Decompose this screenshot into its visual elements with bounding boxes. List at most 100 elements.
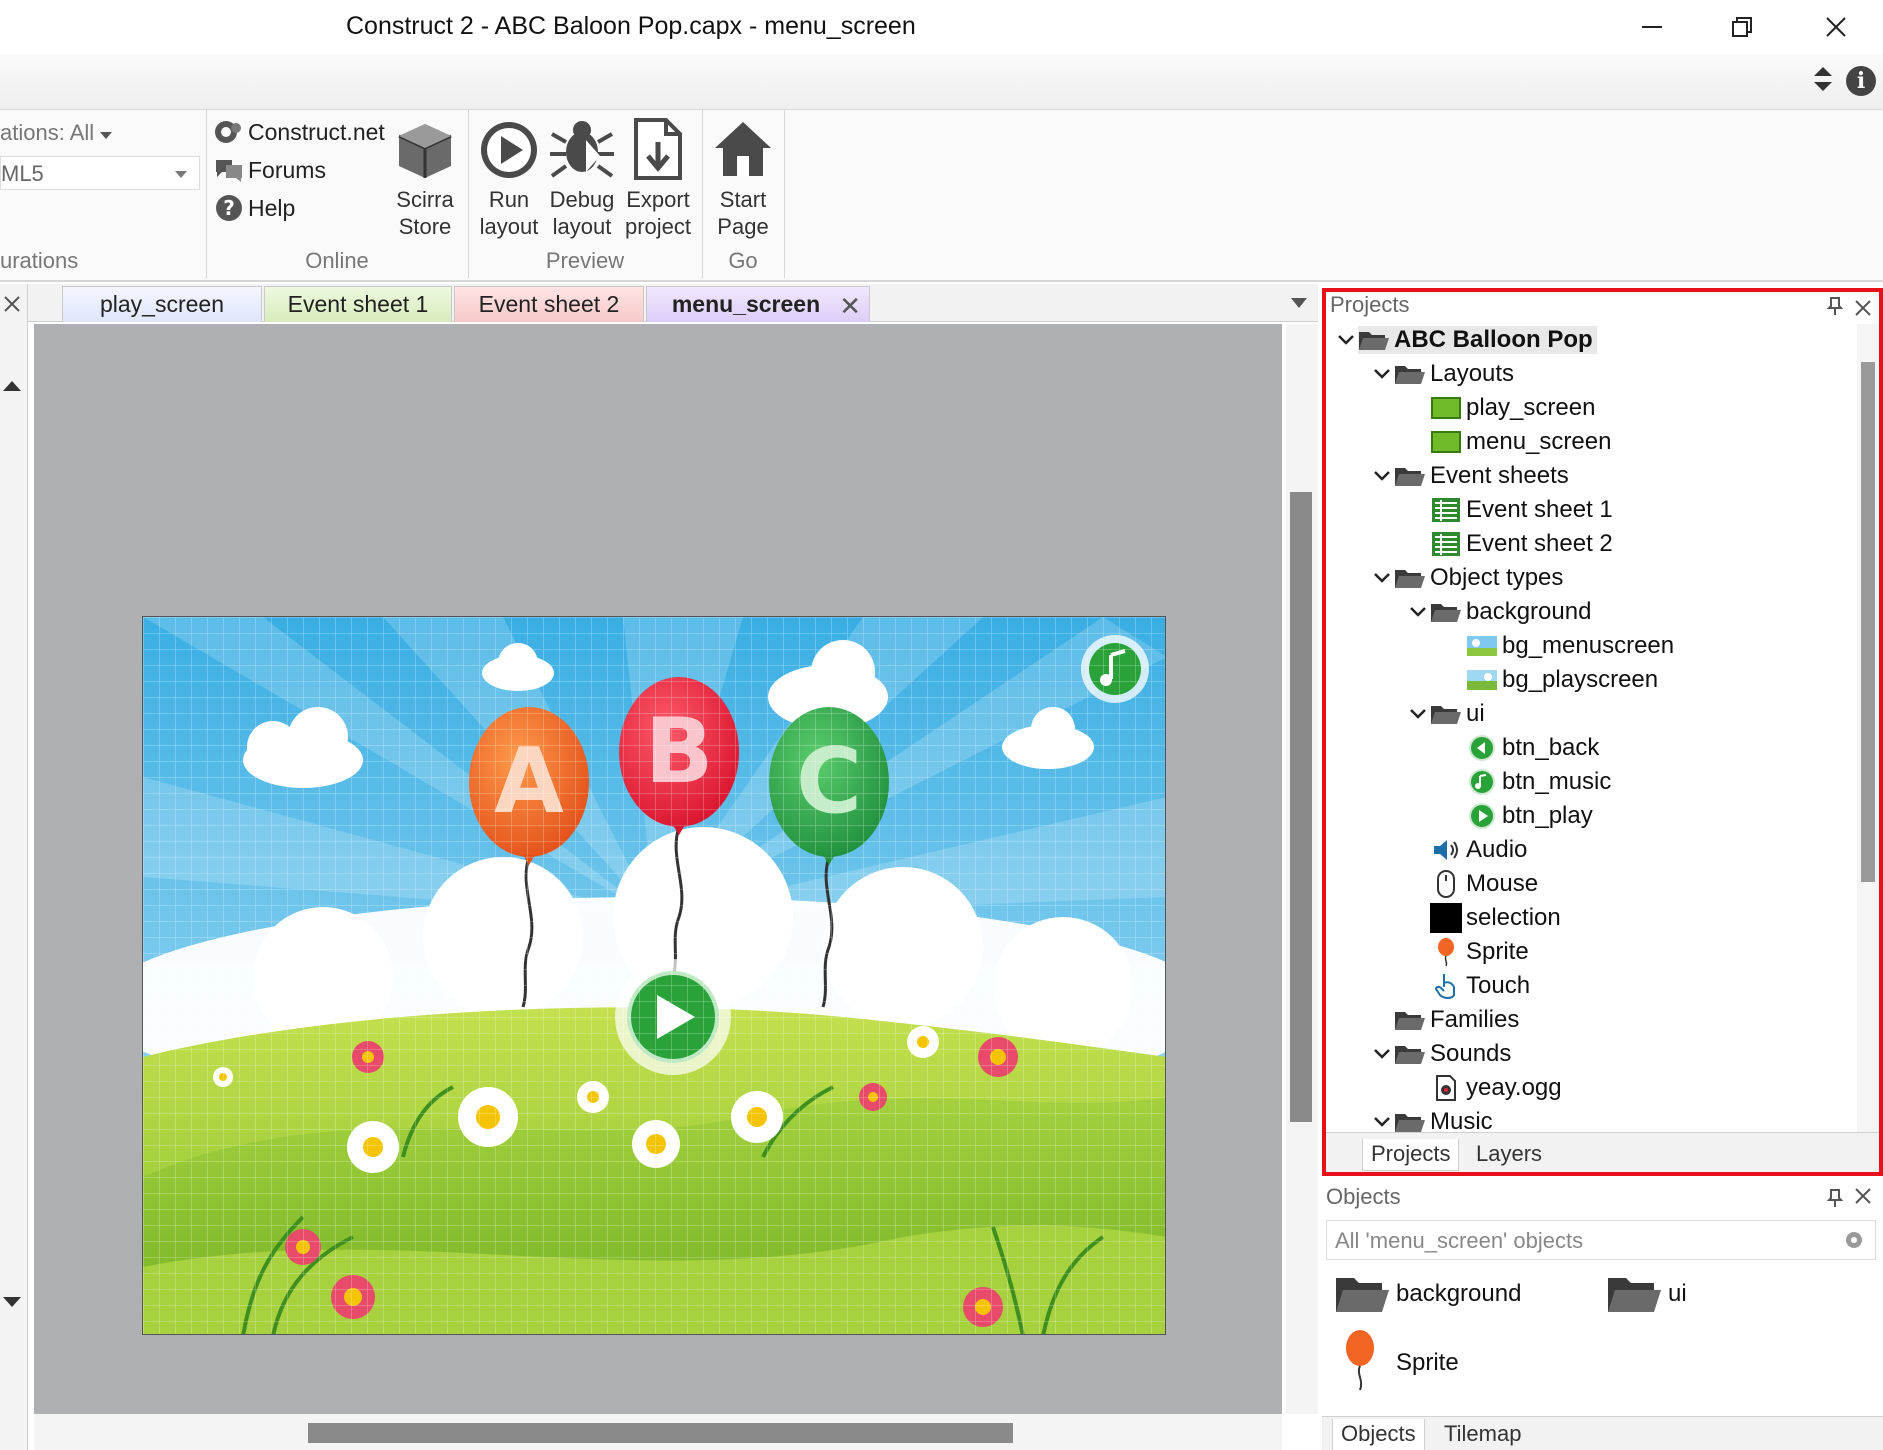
music-button-icon: [1469, 769, 1495, 795]
chevron-down-icon: [1374, 1117, 1390, 1127]
tab-list-dropdown[interactable]: [1290, 296, 1308, 314]
tab-event-sheet-1[interactable]: Event sheet 1: [264, 286, 452, 322]
object-item-background[interactable]: background: [1334, 1272, 1521, 1316]
tree-item-music[interactable]: Music: [1370, 1106, 1493, 1132]
tab-label: Event sheet 1: [287, 291, 429, 317]
folder-open-icon: [1395, 1046, 1425, 1064]
tree-item-sprite[interactable]: Sprite: [1430, 936, 1529, 968]
objects-filter[interactable]: All 'menu_screen' objects: [1326, 1220, 1876, 1260]
tree-item-object-types[interactable]: Object types: [1370, 562, 1563, 594]
restore-button[interactable]: [1712, 6, 1772, 48]
object-item-label: ui: [1668, 1280, 1687, 1307]
close-button[interactable]: [1806, 6, 1866, 48]
tree-item-label: Families: [1430, 1006, 1520, 1033]
tree-item-ui-folder[interactable]: ui: [1406, 698, 1485, 730]
tree-item-btn-back[interactable]: btn_back: [1466, 732, 1599, 764]
tree-item-bg-playscreen[interactable]: bg_playscreen: [1466, 664, 1658, 696]
tree-item-label: bg_playscreen: [1502, 666, 1659, 693]
export-label-2: project: [624, 214, 692, 239]
bug-icon: [550, 121, 614, 178]
tree-item-audio[interactable]: Audio: [1430, 834, 1527, 866]
tree-item-root[interactable]: ABC Balloon Pop: [1334, 324, 1597, 356]
tree-item-btn-music[interactable]: btn_music: [1466, 766, 1611, 798]
folder-open-icon: [1431, 604, 1461, 622]
tree-item-yeay-ogg[interactable]: yeay.ogg: [1430, 1072, 1562, 1104]
tree-item-btn-play[interactable]: btn_play: [1466, 800, 1593, 832]
folder-open-icon: [1359, 332, 1389, 350]
tree-item-sounds[interactable]: Sounds: [1370, 1038, 1511, 1070]
tab-play-screen[interactable]: play_screen: [62, 286, 262, 322]
tab-label: Event sheet 2: [478, 291, 620, 317]
info-icon[interactable]: i: [1846, 66, 1876, 96]
layout-horizontal-scroll-thumb[interactable]: [308, 1423, 1013, 1443]
tab-layers[interactable]: Layers: [1468, 1139, 1550, 1171]
folder-open-icon: [1395, 570, 1425, 588]
help-label: Help: [248, 194, 296, 221]
tree-item-event-sheet-2[interactable]: Event sheet 2: [1430, 528, 1613, 560]
construct-net-link[interactable]: Construct.net: [214, 116, 385, 148]
tree-item-label: Object types: [1430, 564, 1564, 591]
tab-event-sheet-2[interactable]: Event sheet 2: [454, 286, 644, 322]
layout-vertical-scroll-thumb[interactable]: [1290, 492, 1312, 1122]
mouse-icon: [1437, 870, 1455, 898]
tab-close-icon[interactable]: ✕: [839, 291, 861, 322]
ribbon-collapse-button[interactable]: [1810, 64, 1836, 99]
play-button-icon: [1469, 803, 1495, 829]
layout-canvas[interactable]: A B C: [142, 616, 1166, 1335]
sound-file-icon: [1436, 1075, 1456, 1101]
folder-open-icon: [1395, 1114, 1425, 1132]
configurations-combo[interactable]: ations: All: [0, 120, 113, 146]
balloon-sprite-icon: [1346, 1330, 1374, 1391]
export-combo[interactable]: ML5: [0, 156, 200, 190]
tab-label: menu_screen: [671, 291, 821, 317]
tree-item-families[interactable]: Families: [1394, 1004, 1519, 1036]
project-tree-scroll-thumb[interactable]: [1861, 362, 1875, 882]
forums-icon: [216, 160, 242, 182]
tab-tilemap[interactable]: Tilemap: [1436, 1419, 1529, 1450]
tree-item-label: Event sheet 1: [1466, 496, 1613, 523]
tree-item-label: Sprite: [1466, 938, 1529, 965]
scirra-store-button[interactable]: Scirra Store: [392, 114, 458, 240]
object-item-sprite[interactable]: Sprite: [1344, 1328, 1459, 1398]
tree-item-menu-screen[interactable]: menu_screen: [1430, 426, 1611, 458]
chevron-down-icon: [1374, 1049, 1390, 1059]
tree-item-selection[interactable]: selection: [1430, 902, 1561, 934]
start-page-button[interactable]: Start Page: [708, 114, 778, 240]
tab-menu-screen[interactable]: menu_screen ✕: [646, 286, 870, 322]
back-button-icon: [1469, 735, 1495, 761]
left-scroll-up-button[interactable]: [0, 376, 24, 401]
forums-link[interactable]: Forums: [214, 154, 326, 186]
left-scroll-down-button[interactable]: [0, 1292, 24, 1317]
tree-item-mouse[interactable]: Mouse: [1430, 868, 1538, 900]
tree-item-background-folder[interactable]: background: [1406, 596, 1591, 628]
tree-item-label: btn_music: [1502, 768, 1612, 795]
balloon-sprite-icon: [1438, 938, 1454, 967]
tab-objects[interactable]: Objects: [1332, 1419, 1425, 1450]
tree-item-bg-menuscreen[interactable]: bg_menuscreen: [1466, 630, 1674, 662]
tree-item-label: yeay.ogg: [1466, 1074, 1562, 1101]
close-icon: [1826, 17, 1846, 37]
tree-item-event-sheets[interactable]: Event sheets: [1370, 460, 1569, 492]
tree-item-play-screen[interactable]: play_screen: [1430, 392, 1595, 424]
tree-item-label: Music: [1430, 1108, 1493, 1132]
tree-item-touch[interactable]: Touch: [1430, 970, 1530, 1002]
projects-panel-title: Projects: [1330, 292, 1410, 317]
quick-access-strip: [0, 54, 1883, 110]
touch-hand-icon: [1434, 974, 1455, 999]
run-layout-button[interactable]: Run layout: [474, 114, 544, 240]
minimize-button[interactable]: [1622, 6, 1682, 48]
tree-item-layouts[interactable]: Layouts: [1370, 358, 1514, 390]
preview-group-label: Preview: [545, 248, 625, 273]
up-down-arrows-icon: [1814, 67, 1832, 91]
object-item-ui[interactable]: ui: [1606, 1272, 1687, 1316]
tab-projects[interactable]: Projects: [1362, 1139, 1460, 1171]
home-icon: [715, 122, 771, 176]
store-label-2: Store: [398, 214, 452, 239]
help-link[interactable]: ? Help: [214, 192, 295, 224]
tree-item-event-sheet-1[interactable]: Event sheet 1: [1430, 494, 1613, 526]
export-project-button[interactable]: Export project: [620, 114, 696, 240]
chevron-down-icon: [1374, 369, 1390, 379]
black-square-icon: [1430, 903, 1462, 933]
tab-label: play_screen: [99, 291, 225, 317]
debug-layout-button[interactable]: Debug layout: [546, 114, 618, 240]
